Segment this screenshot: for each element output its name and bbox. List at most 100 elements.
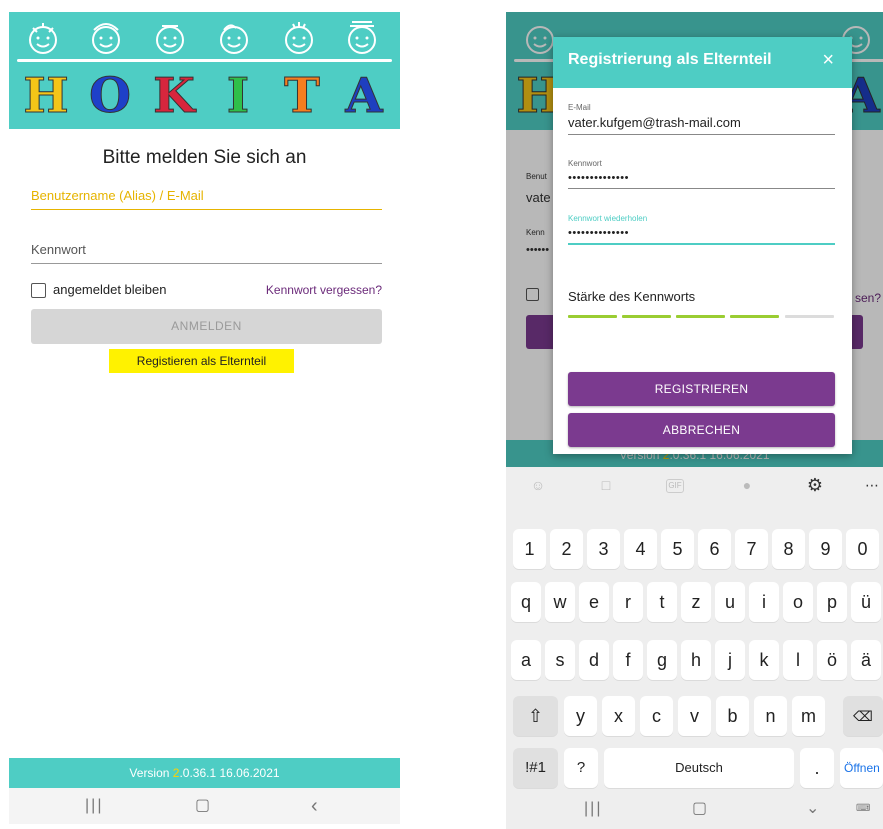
key-row2-10[interactable]: ü [851,582,881,622]
dialog-title: Registrierung als Elternteil [568,51,772,68]
remember-checkbox[interactable] [31,283,46,298]
kid-face-icon [214,18,254,58]
close-icon[interactable]: × [822,49,834,72]
home-icon[interactable]: ▢ [195,788,210,824]
key-row4-0[interactable]: y [564,696,597,736]
register-parent-button[interactable]: Registieren als Elternteil [109,349,294,373]
repeat-password-label: Kennwort wiederholen [568,214,648,223]
android-nav-bar: ||| ▢ ‹ [9,788,400,824]
kid-face-icon [342,18,382,58]
hide-keyboard-icon[interactable]: ⌄ [806,791,819,827]
keyboard-toolbar: ☺ □ GIF ● ⚙ ⋯ [506,467,883,507]
kid-face-icon [279,18,319,58]
key-row3-2[interactable]: d [579,640,609,680]
key-row1-1[interactable]: 2 [550,529,583,569]
android-nav-bar: ||| ▢ ⌄ ⌨ [506,789,883,829]
smiley-icon[interactable]: ☺ [528,475,548,495]
linked-arms [17,59,392,62]
home-icon[interactable]: ▢ [692,791,707,827]
recent-apps-icon[interactable]: ||| [584,791,602,827]
forgot-password-link[interactable]: Kennwort vergessen? [266,283,382,297]
register-button[interactable]: REGISTRIEREN [568,372,835,406]
onscreen-keyboard: ☺ □ GIF ● ⚙ ⋯ 1234567890 qwertzuiopü asd… [506,467,883,829]
email-field[interactable]: E-Mail vater.kufgem@trash-mail.com [568,103,835,135]
period-key[interactable]: . [800,748,834,788]
key-row3-10[interactable]: ä [851,640,881,680]
strength-segment [568,315,617,318]
key-row1-3[interactable]: 4 [624,529,657,569]
key-row4-3[interactable]: v [678,696,711,736]
key-row3-4[interactable]: g [647,640,677,680]
gif-icon[interactable]: GIF [666,479,684,493]
key-row2-5[interactable]: z [681,582,711,622]
repeat-password-field[interactable]: Kennwort wiederholen •••••••••••••• [568,214,835,245]
key-row4-4[interactable]: b [716,696,749,736]
logo-letter-t: T [284,68,321,124]
key-row2-4[interactable]: t [647,582,677,622]
login-button[interactable]: ANMELDEN [31,309,382,344]
dialog-header: Registrierung als Elternteil × [553,37,852,88]
username-field[interactable]: Benutzername (Alias) / E-Mail [31,188,382,210]
open-key[interactable]: Öffnen [840,748,883,788]
password-field[interactable]: Kennwort [31,242,382,264]
key-row2-6[interactable]: u [715,582,745,622]
shift-key[interactable]: ⇧ [513,696,558,736]
password-underline [568,188,835,189]
logo-letter-a: A [345,68,383,124]
key-row1-0[interactable]: 1 [513,529,546,569]
key-row1-2[interactable]: 3 [587,529,620,569]
key-row2-3[interactable]: r [613,582,643,622]
username-underline [31,209,382,210]
key-row1-4[interactable]: 5 [661,529,694,569]
mic-icon[interactable]: ● [737,475,757,495]
login-screen: H O K I T A Bitte melden Sie sich an Ben… [9,12,400,829]
kid-face-icon [150,18,190,58]
keyboard-switch-icon[interactable]: ⌨ [856,791,870,827]
key-row2-0[interactable]: q [511,582,541,622]
logo-letter-i: I [226,68,250,124]
key-row1-9[interactable]: 0 [846,529,879,569]
backspace-key[interactable]: ⌫ [843,696,883,736]
version-prefix: Version [129,766,173,780]
key-row4-5[interactable]: n [754,696,787,736]
key-row2-7[interactable]: i [749,582,779,622]
key-row1-8[interactable]: 9 [809,529,842,569]
key-row4-2[interactable]: c [640,696,673,736]
login-title: Bitte melden Sie sich an [102,147,307,168]
key-row1-5[interactable]: 6 [698,529,731,569]
cancel-button[interactable]: ABBRECHEN [568,413,835,447]
key-row3-1[interactable]: s [545,640,575,680]
kid-face-icon [23,18,63,58]
key-row3-6[interactable]: j [715,640,745,680]
symbols-key[interactable]: !#1 [513,748,558,788]
key-row2-8[interactable]: o [783,582,813,622]
settings-icon[interactable]: ⚙ [805,475,825,495]
password-value: •••••••••••••• [568,172,629,184]
key-row3-3[interactable]: f [613,640,643,680]
email-label: E-Mail [568,103,591,112]
version-bar: Version 2.0.36.1 16.06.2021 [9,758,400,788]
more-icon[interactable]: ⋯ [862,475,882,495]
back-icon[interactable]: ‹ [311,788,318,824]
email-value: vater.kufgem@trash-mail.com [568,115,741,130]
key-row1-6[interactable]: 7 [735,529,768,569]
key-row4-6[interactable]: m [792,696,825,736]
key-row2-9[interactable]: p [817,582,847,622]
key-row3-9[interactable]: ö [817,640,847,680]
key-row3-0[interactable]: a [511,640,541,680]
sticker-icon[interactable]: □ [596,475,616,495]
key-row4-1[interactable]: x [602,696,635,736]
logo-letter-o: O [89,68,132,124]
key-row3-7[interactable]: k [749,640,779,680]
key-row1-7[interactable]: 8 [772,529,805,569]
key-row3-8[interactable]: l [783,640,813,680]
email-underline [568,134,835,135]
password-field[interactable]: Kennwort •••••••••••••• [568,159,835,189]
key-row2-2[interactable]: e [579,582,609,622]
key-row2-1[interactable]: w [545,582,575,622]
password-underline [31,263,382,264]
question-key[interactable]: ? [564,748,598,788]
recent-apps-icon[interactable]: ||| [85,788,103,824]
space-key[interactable]: Deutsch [604,748,794,788]
key-row3-5[interactable]: h [681,640,711,680]
